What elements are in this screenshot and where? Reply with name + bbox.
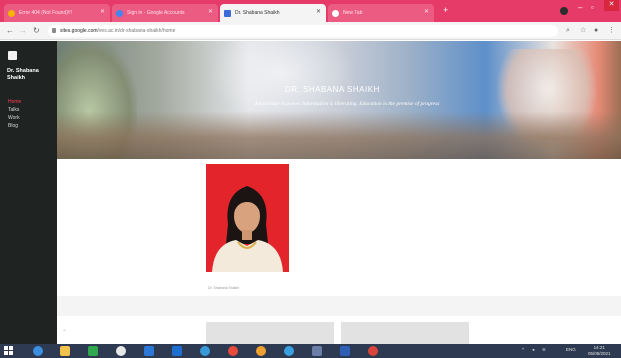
network-icon[interactable] <box>284 346 294 356</box>
back-arrow-icon[interactable]: ← <box>6 26 14 35</box>
file-explorer-icon[interactable] <box>60 346 70 356</box>
close-icon[interactable]: ✕ <box>208 9 213 15</box>
site-logo-icon[interactable] <box>8 51 17 60</box>
close-icon[interactable]: ✕ <box>316 9 321 15</box>
close-icon[interactable]: ✕ <box>100 9 105 15</box>
page-title: DR. SHABANA SHAIKH <box>285 85 380 94</box>
clock-date: 05/08/2021 <box>588 351 611 356</box>
banner-photo-blur <box>57 111 621 159</box>
profile-photo-illustration <box>206 164 289 272</box>
scroll-up-icon[interactable]: ⌃ <box>62 330 67 336</box>
sidebar-item-work[interactable]: Work <box>8 115 20 121</box>
sidebar-item-blog[interactable]: Blog <box>8 123 18 129</box>
new-tab-button[interactable]: + <box>443 6 448 15</box>
forward-arrow-icon[interactable]: → <box>19 26 27 35</box>
tab-label: Sign in - Google Accounts <box>127 10 185 16</box>
browser-tab-3[interactable]: New Tab ✕ <box>328 4 434 22</box>
section-divider <box>57 296 621 316</box>
content-card <box>206 322 334 344</box>
address-host: sites.google.com <box>60 28 98 34</box>
lock-icon <box>52 28 56 33</box>
paint-icon[interactable] <box>256 346 266 356</box>
browser-tab-2[interactable]: Dr. Shabana Shaikh ✕ <box>220 4 326 22</box>
maximize-icon[interactable]: ▫ <box>591 3 594 13</box>
header-banner: DR. SHABANA SHAIKH Knowledge is power. I… <box>57 41 621 159</box>
volume-icon[interactable]: ◂ <box>532 347 534 352</box>
banner-photo-blur <box>207 41 357 121</box>
close-icon[interactable]: ✕ <box>424 9 429 15</box>
site-title[interactable]: Dr. Shabana Shaikh <box>7 68 53 82</box>
system-clock[interactable]: 14:21 05/08/2021 <box>588 345 611 357</box>
settings-icon[interactable] <box>312 346 322 356</box>
store-icon[interactable] <box>88 346 98 356</box>
browser-tab-0[interactable]: Error 404 (Not Found)!!! ✕ <box>4 4 110 22</box>
photos-icon[interactable] <box>200 346 210 356</box>
tab-favicon-icon <box>332 9 339 17</box>
content-card <box>341 322 469 344</box>
browser-tab-strip: Error 404 (Not Found)!!! ✕ Sign in - Goo… <box>0 0 621 22</box>
chrome-icon[interactable] <box>228 346 238 356</box>
menu-kebab-icon[interactable]: ⋮ <box>608 26 615 35</box>
sidebar-item-talks[interactable]: Talks <box>8 107 19 113</box>
profile-photo <box>206 164 289 272</box>
internet-explorer-icon[interactable] <box>33 346 43 356</box>
photo-caption: Dr. Shabana Shaikh <box>208 286 240 290</box>
media-icon[interactable] <box>172 346 182 356</box>
banner-quote: Knowledge is power. Information is liber… <box>255 101 440 107</box>
tab-favicon-icon <box>116 9 123 17</box>
word-icon[interactable] <box>340 346 350 356</box>
bookmark-star-icon[interactable]: ☆ <box>580 26 586 35</box>
tab-favicon-icon <box>224 9 231 17</box>
os-taskbar: ^ ◂ ≋ ENG 14:21 05/08/2021 <box>0 344 621 358</box>
reload-icon[interactable]: ↻ <box>33 26 40 35</box>
sidebar-item-home[interactable]: Home <box>8 99 21 105</box>
app-icon[interactable] <box>116 346 126 356</box>
search-icon[interactable]: ⌕ <box>566 26 570 35</box>
address-path: /ves.ac.in/dr-shabana-shaikh/home <box>97 28 176 34</box>
browser-tab-1[interactable]: Sign in - Google Accounts ✕ <box>112 4 218 22</box>
tab-label: New Tab <box>343 10 363 16</box>
browser-toolbar: ← → ↻ sites.google.com /ves.ac.in/dr-sha… <box>0 22 621 40</box>
minimize-icon[interactable]: – <box>578 3 582 13</box>
windows-start-icon[interactable] <box>4 346 14 356</box>
tab-label: Dr. Shabana Shaikh <box>235 10 280 16</box>
profile-avatar-icon[interactable] <box>560 7 568 15</box>
tab-label: Error 404 (Not Found)!!! <box>19 10 73 16</box>
tab-favicon-icon <box>8 9 15 17</box>
edge-icon[interactable] <box>144 346 154 356</box>
wifi-icon[interactable]: ≋ <box>542 347 546 352</box>
site-sidebar: Dr. Shabana Shaikh Home Talks Work Blog <box>0 41 57 344</box>
chrome-icon[interactable] <box>368 346 378 356</box>
language-indicator[interactable]: ENG <box>566 347 576 352</box>
window-close-icon[interactable]: ✕ <box>604 0 619 11</box>
address-bar[interactable]: sites.google.com /ves.ac.in/dr-shabana-s… <box>48 25 558 37</box>
tray-chevron-icon[interactable]: ^ <box>522 347 524 352</box>
profile-icon[interactable]: ● <box>594 26 598 35</box>
